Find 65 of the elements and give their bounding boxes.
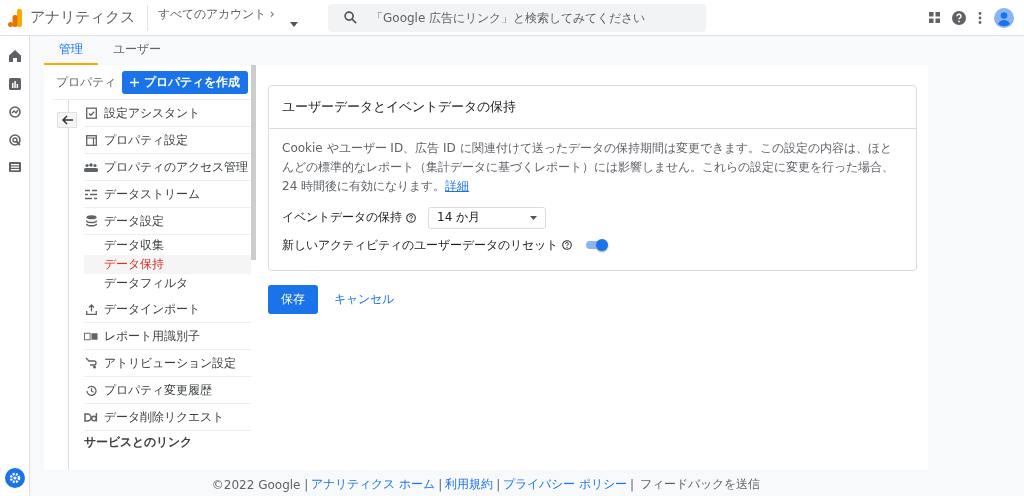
nav-item[interactable]: データ削除リクエスト [84, 404, 251, 431]
caret-icon [530, 215, 537, 220]
property-label: プロパティ [56, 73, 116, 91]
nav-item[interactable]: アトリビューション設定 [84, 350, 251, 377]
separator: | [630, 477, 635, 492]
plus-icon [130, 77, 139, 87]
more-icon[interactable] [978, 11, 982, 24]
sub-nav-item[interactable]: データ保持 [84, 255, 251, 274]
checkbox-icon [85, 107, 97, 119]
history-icon [85, 384, 97, 396]
apps-grid-icon[interactable] [929, 12, 940, 23]
card-title: ユーザーデータとイベントデータの保持 [269, 86, 916, 129]
description-text: Cookie やユーザー ID、広告 ID に関連付けて送ったデータの保持期間は変更できます。この設定の内容は、ほとんどの標準的なレポート（集計データに基づくレポート）には影響しません。これらの設定に変更を行った場合、24 時間後に有効になります。詳細 [282, 140, 895, 196]
id-card-icon [84, 331, 98, 341]
people-icon [84, 162, 98, 172]
avatar-icon[interactable] [994, 7, 1014, 28]
back-arrow-icon [61, 115, 73, 125]
upload-icon [85, 303, 97, 315]
field-label: 新しいアクティビティのユーザーデータのリセット [282, 236, 558, 254]
bar-chart-icon[interactable] [8, 78, 21, 90]
trend-circle-icon[interactable] [8, 106, 21, 118]
sub-nav-item[interactable]: データフィルタ [84, 274, 251, 293]
feedback-link[interactable]: フィードバックを送信 [640, 476, 761, 493]
footer-link[interactable]: プライバシー ポリシー [503, 476, 628, 493]
settings-button[interactable] [4, 468, 25, 488]
search-bar[interactable]: 「Google 広告にリンク」と検索してみてください [328, 3, 706, 32]
footer-link[interactable]: アナリティクス ホーム [311, 476, 436, 493]
caret-icon[interactable] [290, 21, 298, 27]
cancel-button[interactable]: キャンセル [328, 284, 400, 314]
list-icon[interactable] [8, 162, 21, 172]
nav-item[interactable]: レポート用識別子 [84, 323, 251, 350]
section-heading: サービスとのリンク [84, 434, 193, 451]
database-icon [85, 215, 97, 227]
sub-nav-item[interactable]: データ収集 [84, 236, 251, 255]
help-icon[interactable] [562, 240, 572, 251]
bar-chart-logo-icon [8, 8, 22, 27]
settings-icon [8, 472, 21, 484]
search-icon [344, 11, 357, 24]
search-input[interactable]: 「Google 広告にリンク」と検索してみてください [369, 9, 706, 26]
help-icon[interactable] [952, 10, 966, 25]
home-icon[interactable] [8, 50, 21, 62]
scrollbar[interactable] [251, 65, 256, 260]
field-label: イベントデータの保持 [282, 209, 402, 227]
nav-item[interactable]: プロパティ変更履歴 [84, 377, 251, 404]
app-name: アナリティクス [30, 8, 135, 27]
stream-icon [85, 188, 97, 200]
nav-item[interactable]: データインポート [84, 296, 251, 323]
separator: | [438, 477, 443, 492]
nav-item[interactable]: プロパティのアクセス管理 [84, 154, 251, 181]
back-button[interactable] [57, 112, 77, 128]
tab[interactable]: ユーザー [98, 36, 176, 65]
separator: | [496, 477, 501, 492]
toggle-switch[interactable] [586, 241, 606, 250]
create-property-button[interactable]: プロパティを作成 [122, 70, 248, 94]
layout-icon [85, 134, 97, 146]
dd-letters-icon [84, 412, 98, 422]
target-cursor-icon[interactable] [8, 134, 21, 146]
footer-link[interactable]: 利用規約 [445, 476, 494, 493]
details-link[interactable]: 詳細 [445, 179, 470, 194]
help-icon[interactable] [406, 212, 416, 223]
route-icon [85, 357, 97, 369]
copyright-text: ©2022 Google | [211, 477, 309, 492]
save-button[interactable]: 保存 [268, 284, 318, 314]
retention-dropdown[interactable]: 14 か月 [428, 206, 546, 229]
account-link[interactable]: すべてのアカウント › [158, 5, 275, 23]
